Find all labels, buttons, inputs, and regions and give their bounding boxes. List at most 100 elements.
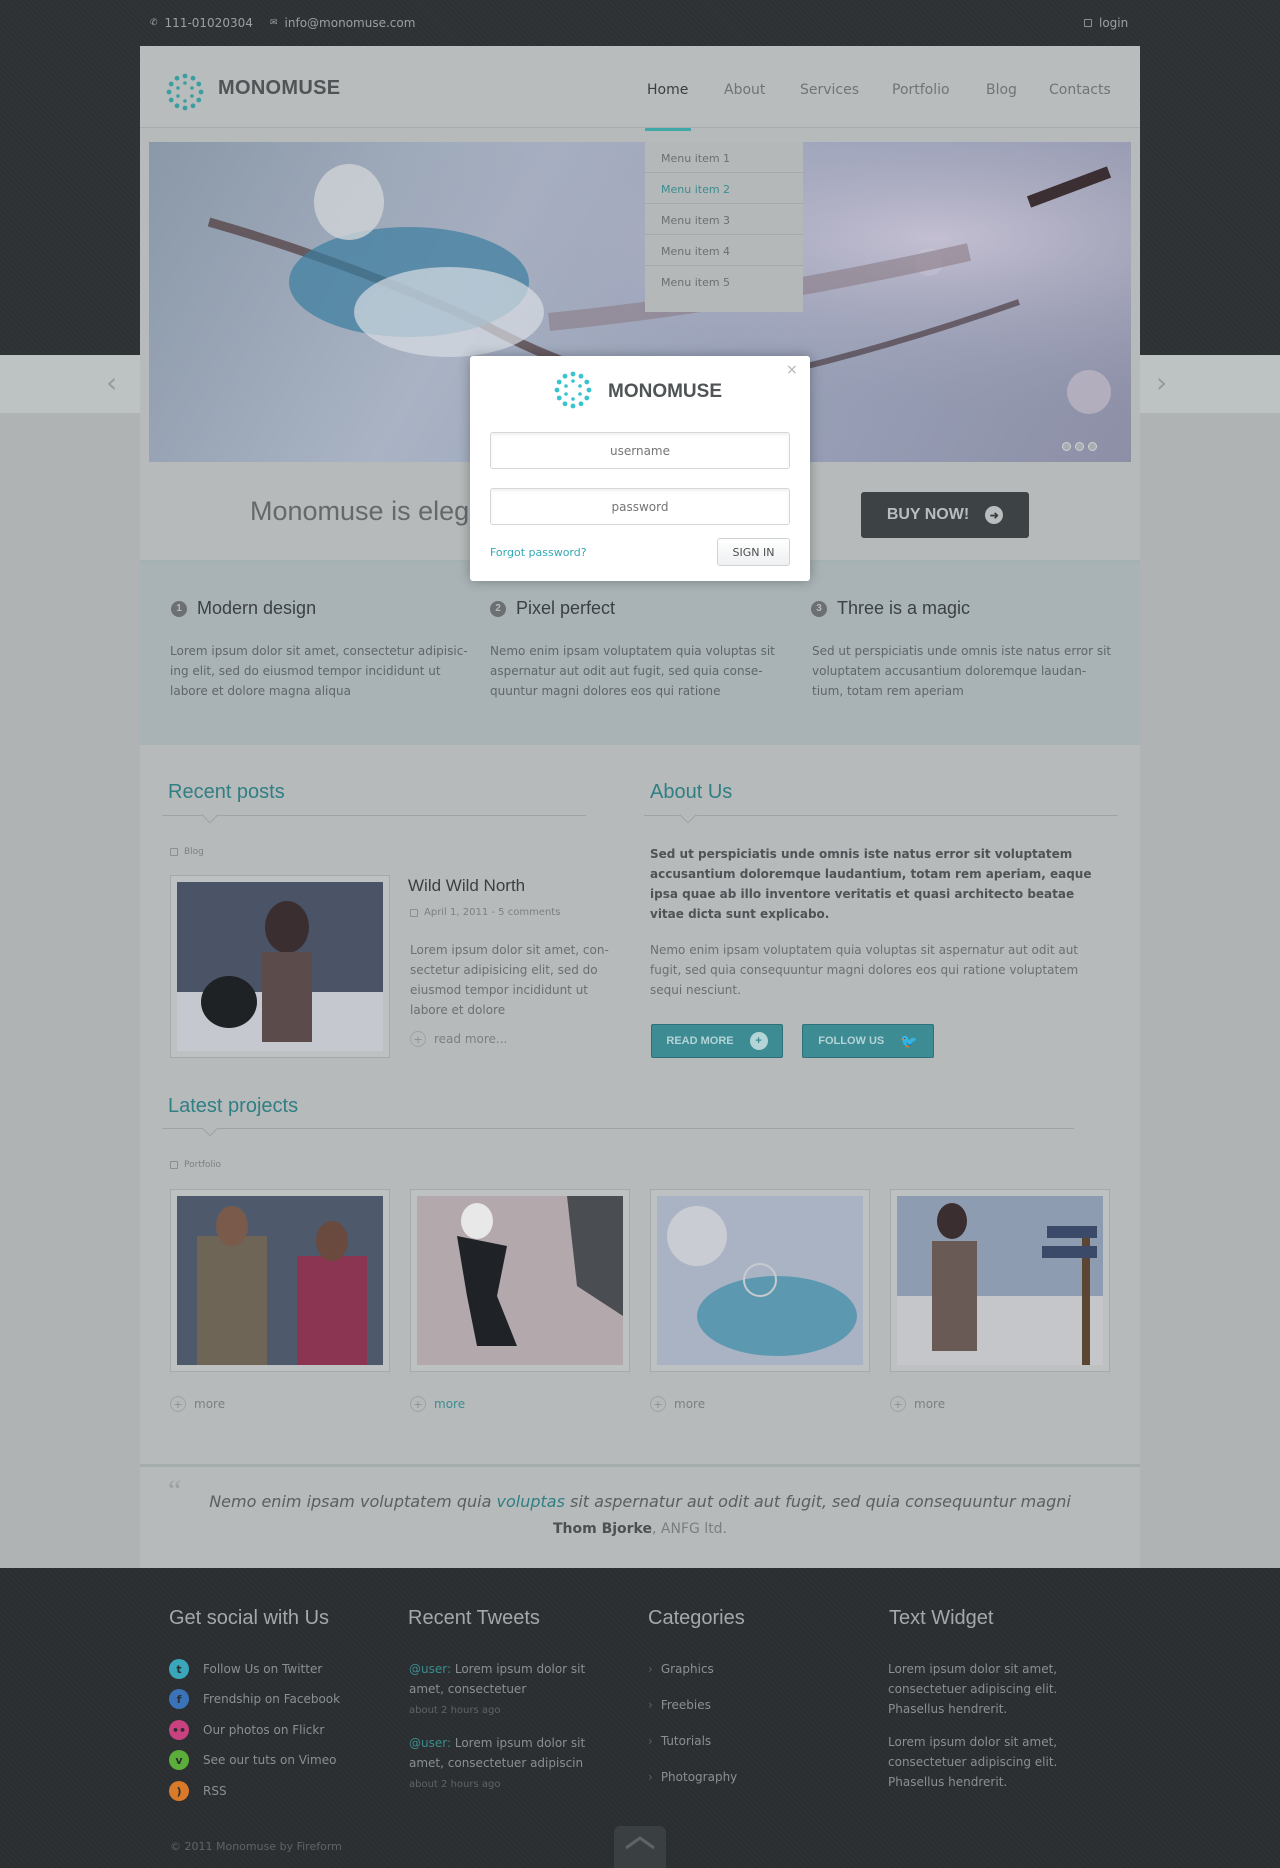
buy-now-button[interactable]: BUY NOW! ➜ <box>861 492 1029 538</box>
tweet-user[interactable]: @user: <box>409 1662 451 1676</box>
social-link[interactable]: ) RSS <box>169 1781 227 1801</box>
slider-next-arrow-icon[interactable]: › <box>1156 366 1167 399</box>
twitter-bird-icon: 🐦 <box>900 1032 918 1049</box>
project-more-link[interactable]: + more <box>410 1396 465 1412</box>
logo-text[interactable]: MONOMUSE <box>218 77 340 100</box>
read-more-link[interactable]: + read more... <box>410 1031 507 1047</box>
social-link-label[interactable]: RSS <box>203 1784 227 1798</box>
portfolio-icon <box>170 1161 178 1169</box>
read-more-label[interactable]: read more... <box>434 1032 507 1046</box>
read-more-button[interactable]: READ MORE + <box>651 1024 783 1058</box>
project-more-link[interactable]: + more <box>650 1396 705 1412</box>
tweet-item: @user: Lorem ipsum dolor sit amet, conse… <box>409 1659 609 1721</box>
follow-us-button[interactable]: FOLLOW US 🐦 <box>802 1024 934 1058</box>
post-title[interactable]: Wild Wild North <box>408 876 525 896</box>
dropdown-divider <box>645 203 803 204</box>
feature-text: Lorem ipsum dolor sit amet, consectetur … <box>170 644 468 698</box>
nav-portfolio[interactable]: Portfolio <box>892 82 950 98</box>
social-link[interactable]: v See our tuts on Vimeo <box>169 1750 336 1770</box>
footer-widget-title: Text Widget <box>889 1607 994 1629</box>
social-link-label[interactable]: Follow Us on Twitter <box>203 1662 322 1676</box>
nav-blog[interactable]: Blog <box>986 82 1017 98</box>
section-divider <box>162 1128 1074 1129</box>
feature-title: 2 Pixel perfect <box>490 598 615 619</box>
password-input[interactable] <box>490 488 790 525</box>
slider-dot[interactable] <box>1088 442 1097 451</box>
category-link[interactable]: › Tutorials <box>648 1734 711 1748</box>
email-contact[interactable]: ✉ info@monomuse.com <box>270 16 415 30</box>
social-link-label[interactable]: Our photos on Flickr <box>203 1723 324 1737</box>
project-photo <box>417 1196 623 1365</box>
testimonial-quote: Nemo enim ipsam voluptatem quia voluptas… <box>140 1492 1140 1511</box>
feature-title: 1 Modern design <box>171 598 316 619</box>
social-link[interactable]: f Frendship on Facebook <box>169 1689 340 1709</box>
social-link-label[interactable]: Frendship on Facebook <box>203 1692 340 1706</box>
blog-tag-label[interactable]: Blog <box>184 847 204 857</box>
portfolio-tag-label[interactable]: Portfolio <box>184 1160 221 1170</box>
follow-us-button-label: FOLLOW US <box>818 1035 885 1047</box>
logo-icon[interactable] <box>165 72 205 112</box>
copyright-text: © 2011 Monomuse by Fireform <box>170 1840 342 1853</box>
read-more-button-label: READ MORE <box>666 1035 734 1047</box>
category-label[interactable]: Freebies <box>661 1698 711 1712</box>
project-thumbnail[interactable] <box>650 1189 870 1372</box>
category-label[interactable]: Photography <box>661 1770 737 1784</box>
category-label[interactable]: Graphics <box>661 1662 714 1676</box>
post-excerpt: Lorem ipsum dolor sit amet, con-sectetur… <box>410 943 609 1017</box>
username-input[interactable] <box>490 432 790 469</box>
nav-contacts[interactable]: Contacts <box>1049 82 1111 98</box>
slider-pagination <box>1062 442 1097 451</box>
email-link[interactable]: info@monomuse.com <box>285 16 416 30</box>
top-bar: ✆ 111-01020304 ✉ info@monomuse.com login <box>0 0 1280 44</box>
phone-number: 111-01020304 <box>164 16 253 30</box>
back-to-top-button[interactable] <box>614 1826 666 1868</box>
dropdown-item[interactable]: Menu item 5 <box>661 276 730 289</box>
nav-active-indicator <box>645 128 691 131</box>
sign-in-button[interactable]: SIGN IN <box>717 538 790 566</box>
nav-about[interactable]: About <box>724 82 765 98</box>
social-link[interactable]: t Follow Us on Twitter <box>169 1659 322 1679</box>
widget-text: Lorem ipsum dolor sit amet, consectetuer… <box>888 1662 1058 1716</box>
dropdown-item[interactable]: Menu item 2 <box>661 183 730 196</box>
nav-home[interactable]: Home <box>647 82 688 98</box>
slider-dot[interactable] <box>1075 442 1084 451</box>
slider-prev-arrow-icon[interactable]: ‹ <box>106 366 117 399</box>
more-label[interactable]: more <box>674 1397 705 1411</box>
social-link[interactable]: •• Our photos on Flickr <box>169 1720 324 1740</box>
more-label[interactable]: more <box>914 1397 945 1411</box>
dropdown-item[interactable]: Menu item 1 <box>661 152 730 165</box>
project-more-link[interactable]: + more <box>170 1396 225 1412</box>
tweet-user[interactable]: @user: <box>409 1736 451 1750</box>
close-icon[interactable]: × <box>786 362 798 378</box>
dropdown-item[interactable]: Menu item 3 <box>661 214 730 227</box>
forgot-password-link[interactable]: Forgot password? <box>490 546 587 559</box>
widget-text: Lorem ipsum dolor sit amet, consectetuer… <box>888 1735 1058 1789</box>
nav-services[interactable]: Services <box>800 82 859 98</box>
quote-highlight[interactable]: voluptas <box>496 1492 564 1511</box>
dropdown-item[interactable]: Menu item 4 <box>661 245 730 258</box>
login-label[interactable]: login <box>1099 16 1128 30</box>
category-link[interactable]: › Photography <box>648 1770 737 1784</box>
post-thumbnail[interactable] <box>170 875 390 1058</box>
dropdown-divider <box>645 234 803 235</box>
project-thumbnail[interactable] <box>170 1189 390 1372</box>
category-link[interactable]: › Graphics <box>648 1662 714 1676</box>
project-thumbnail[interactable] <box>410 1189 630 1372</box>
more-label[interactable]: more <box>194 1397 225 1411</box>
category-link[interactable]: › Freebies <box>648 1698 711 1712</box>
project-thumbnail[interactable] <box>890 1189 1110 1372</box>
project-more-link[interactable]: + more <box>890 1396 945 1412</box>
more-label[interactable]: more <box>434 1397 465 1411</box>
plus-circle-icon: + <box>749 1032 768 1050</box>
portfolio-tag[interactable]: Portfolio <box>170 1160 221 1170</box>
feature-title: 3 Three is a magic <box>811 598 970 619</box>
slider-dot[interactable] <box>1062 442 1071 451</box>
plus-icon: + <box>650 1396 666 1412</box>
section-divider <box>162 815 586 816</box>
modal-logo-text: MONOMUSE <box>608 381 722 402</box>
social-link-label[interactable]: See our tuts on Vimeo <box>203 1753 336 1767</box>
category-label[interactable]: Tutorials <box>661 1734 711 1748</box>
login-link[interactable]: login <box>1084 16 1128 30</box>
blog-tag[interactable]: Blog <box>170 847 204 857</box>
feature-title-text: Three is a magic <box>837 598 971 618</box>
